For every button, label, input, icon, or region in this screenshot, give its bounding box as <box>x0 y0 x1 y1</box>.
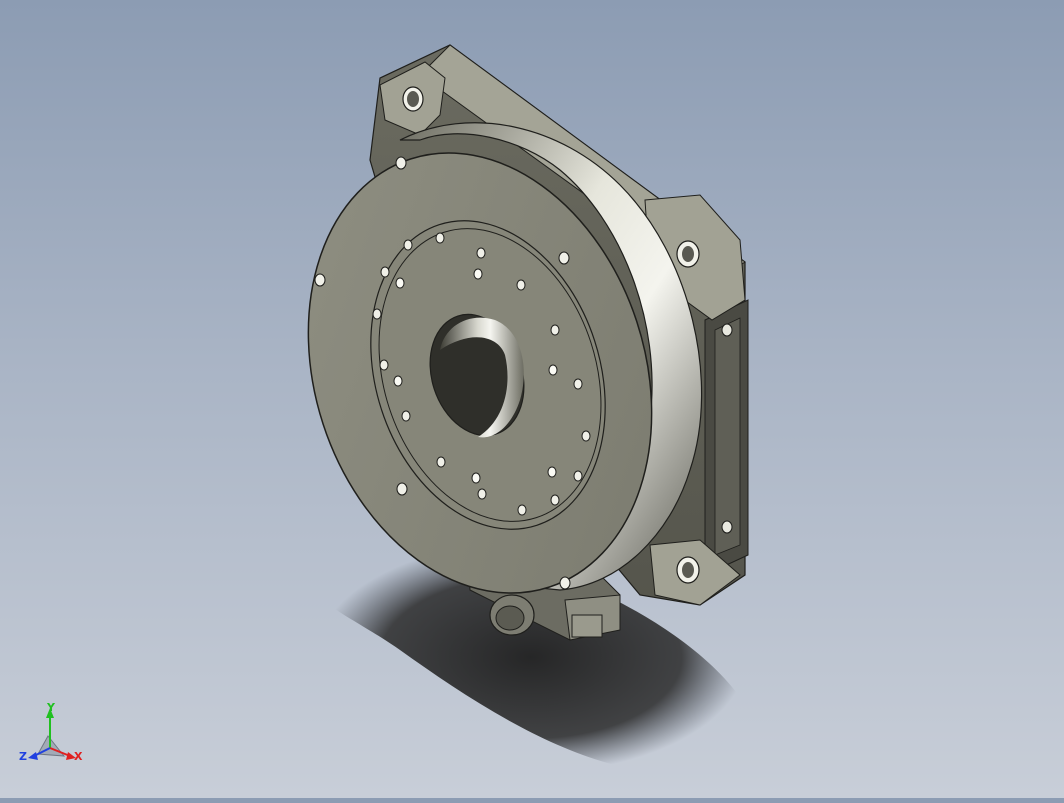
graphics-viewport[interactable] <box>0 0 1064 798</box>
z-axis-label: Z <box>19 750 27 763</box>
y-axis-label: Y <box>46 702 56 714</box>
z-axis-arrow <box>28 752 38 760</box>
x-axis-label: X <box>74 750 83 763</box>
rotary-actuator-model[interactable] <box>254 44 749 641</box>
orientation-triad[interactable]: Y X Z <box>18 701 88 772</box>
